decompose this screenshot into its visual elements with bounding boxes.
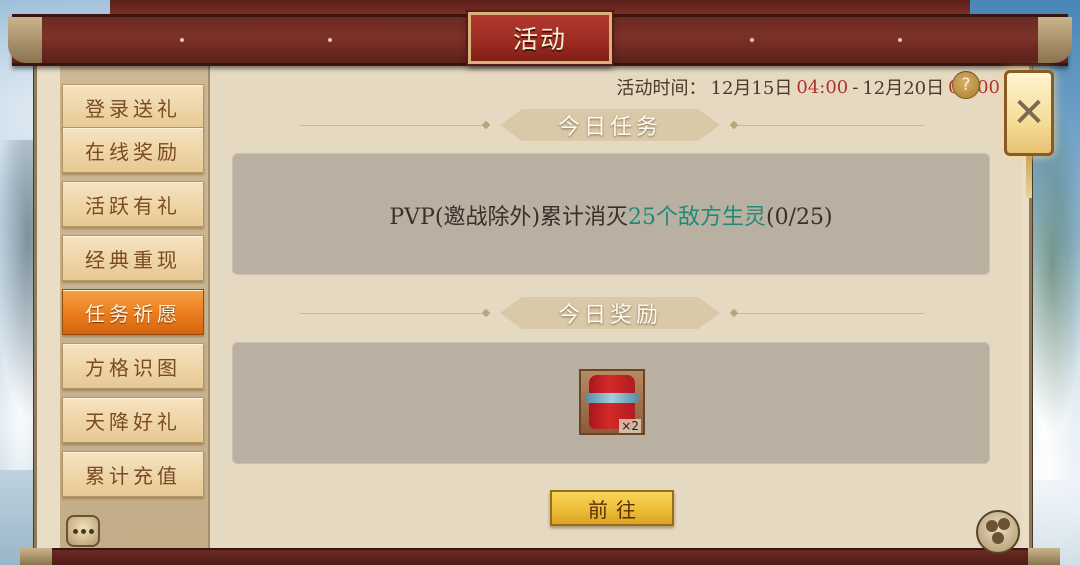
activity-time-separator: - (852, 76, 859, 98)
beam-cap-right (1038, 17, 1072, 63)
bottom-beam (20, 548, 1060, 565)
sidebar-item-label: 天降好礼 (85, 409, 181, 434)
reward-band (585, 393, 639, 403)
reward-count: ×2 (619, 419, 641, 433)
activity-start-time: 04:00 (796, 76, 849, 98)
go-button-label: 前往 (588, 497, 644, 522)
today-reward-heading-text: 今日奖励 (557, 303, 662, 328)
sidebar-item-label: 经典重现 (85, 247, 181, 272)
divider-line (300, 125, 486, 126)
chat-dot (72, 528, 78, 534)
map-icon-part (986, 520, 998, 532)
activity-time: 活动时间： 12月15日 04:00 - 12月20日 04:00 (617, 74, 1000, 100)
task-description: PVP(邀战除外)累计消灭25个敌方生灵(0/25) (232, 199, 990, 231)
close-icon: ✕ (1012, 90, 1046, 136)
map-button[interactable] (976, 510, 1020, 554)
rivet (328, 38, 332, 42)
sidebar-item-label: 在线奖励 (85, 139, 181, 164)
activity-end-date: 12月20日 (862, 78, 945, 99)
divider-line (300, 313, 486, 314)
divider-line (738, 313, 924, 314)
bottom-cap-left (20, 548, 52, 565)
map-icon-part (992, 532, 1004, 544)
go-button[interactable]: 前往 (550, 490, 674, 526)
today-task-box: PVP(邀战除外)累计消灭25个敌方生灵(0/25) (232, 153, 990, 275)
game-scene: 登录送礼 在线奖励 活跃有礼 经典重现 任务祈愿 方格识图 天降好礼 累计充值 … (0, 0, 1080, 565)
sidebar-item-online-reward[interactable]: 在线奖励 (62, 127, 204, 173)
divider-line (738, 125, 924, 126)
sidebar-item-label: 活跃有礼 (85, 193, 181, 218)
sidebar-item-classic-return[interactable]: 经典重现 (62, 235, 204, 281)
task-progress: (0/25) (766, 205, 833, 230)
sidebar: 登录送礼 在线奖励 活跃有礼 经典重现 任务祈愿 方格识图 天降好礼 累计充值 (60, 62, 210, 548)
sidebar-item-cumulative-recharge[interactable]: 累计充值 (62, 451, 204, 497)
title-plaque: 活动 (468, 12, 612, 64)
rivet (750, 38, 754, 42)
chat-button[interactable] (66, 515, 100, 547)
lantern-tassel (1026, 156, 1032, 198)
today-task-heading-text: 今日任务 (557, 115, 662, 140)
activity-start-date: 12月15日 (710, 78, 793, 99)
close-button[interactable]: ✕ (1004, 70, 1054, 156)
task-highlight: 25个敌方生灵 (628, 205, 767, 230)
sidebar-item-task-wish[interactable]: 任务祈愿 (62, 289, 204, 335)
sidebar-item-label: 任务祈愿 (85, 301, 181, 326)
sidebar-item-label: 方格识图 (85, 355, 181, 380)
task-prefix: PVP(邀战除外)累计消灭 (389, 205, 629, 230)
help-icon[interactable]: ? (952, 71, 980, 99)
sidebar-item-label: 登录送礼 (85, 96, 181, 121)
rivet (180, 38, 184, 42)
page-title: 活动 (512, 25, 567, 54)
sidebar-item-sky-gift[interactable]: 天降好礼 (62, 397, 204, 443)
beam-cap-left (8, 17, 42, 63)
sidebar-item-grid-puzzle[interactable]: 方格识图 (62, 343, 204, 389)
today-task-heading: 今日任务 (500, 109, 720, 141)
chat-dot (80, 528, 86, 534)
sidebar-item-login-gift[interactable]: 登录送礼 (62, 84, 204, 130)
rivet (898, 38, 902, 42)
activity-time-label: 活动时间： (616, 78, 707, 99)
reward-item[interactable]: ×2 (579, 369, 645, 435)
bottom-cap-right (1028, 548, 1060, 565)
today-reward-heading: 今日奖励 (500, 297, 720, 329)
chat-dot (88, 528, 94, 534)
sidebar-item-label: 累计充值 (85, 463, 181, 488)
map-icon-part (998, 518, 1010, 530)
sidebar-item-active-gift[interactable]: 活跃有礼 (62, 181, 204, 227)
